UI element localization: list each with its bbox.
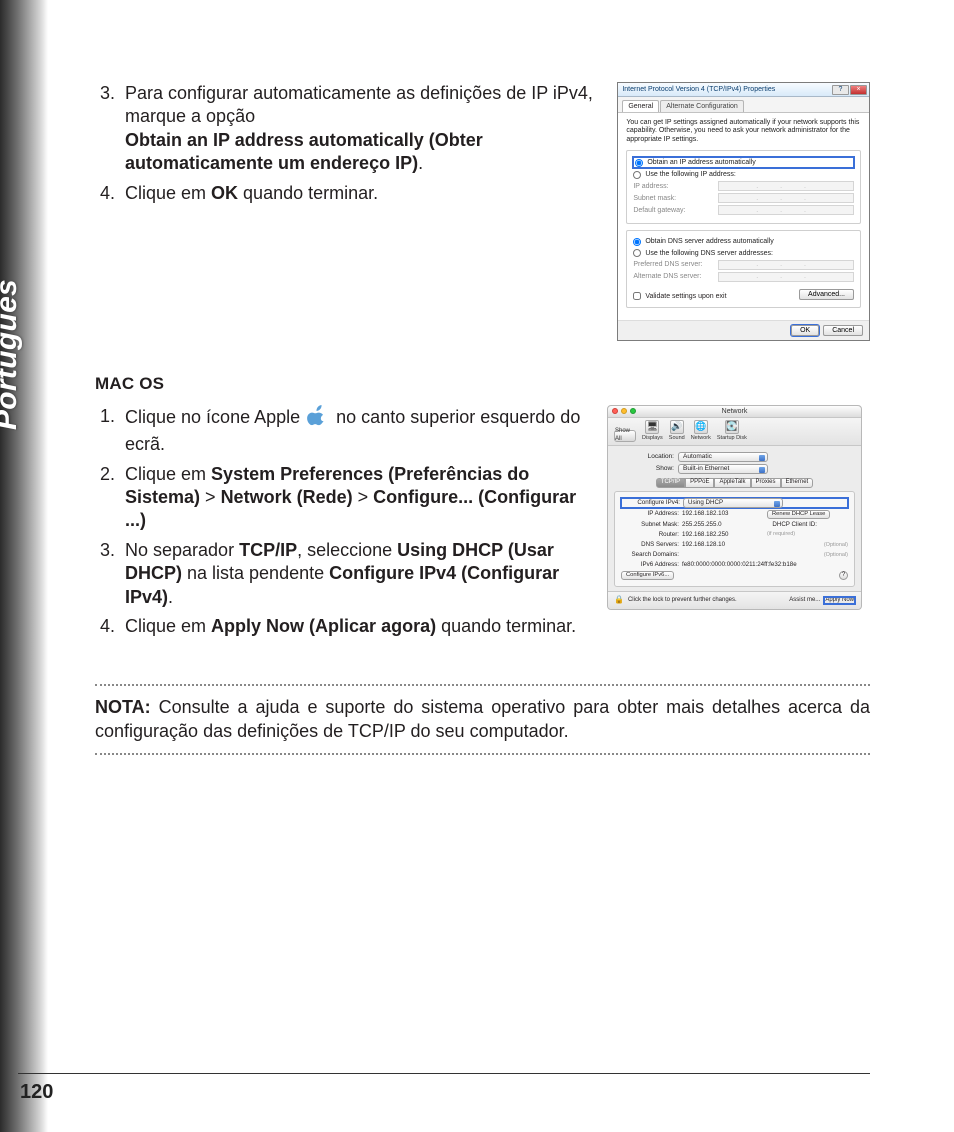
configure-ipv4-select[interactable]: Using DHCP: [683, 498, 783, 508]
hint-text: You can get IP settings assigned automat…: [626, 119, 861, 144]
step-3: 3. Para configurar automaticamente as de…: [95, 82, 605, 176]
help-icon[interactable]: ?: [839, 571, 848, 580]
configure-ipv4-row: Configure IPv4:Using DHCP: [621, 498, 848, 508]
lock-icon[interactable]: 🔒: [614, 595, 624, 605]
mac-steps: 1. Clique no ícone Apple no canto superi…: [95, 405, 595, 639]
network-prefpane: Network Show All 🖥Displays 🔊Sound 🌐Netwo…: [607, 405, 862, 610]
subnet-row: Subnet mask:: [633, 193, 854, 203]
subtabs: TCP/IP PPPoE AppleTalk Proxies Ethernet: [614, 478, 855, 488]
radio-auto-dns[interactable]: Obtain DNS server address automatically: [633, 237, 854, 246]
toolbar-sound[interactable]: 🔊Sound: [669, 420, 685, 442]
network-icon: 🌐: [694, 420, 708, 434]
gateway-row: Default gateway:: [633, 205, 854, 215]
ipv6-row: IPv6 Address:fe80:0000:0000:0000:0211:24…: [621, 561, 848, 569]
footer-rule: [18, 1073, 870, 1074]
tab-general[interactable]: General: [622, 100, 659, 112]
tcpip-panel: Configure IPv4:Using DHCP IP Address:192…: [614, 491, 855, 587]
show-select[interactable]: Built-in Ethernet: [678, 464, 768, 474]
radio-manual-dns[interactable]: Use the following DNS server addresses:: [633, 249, 854, 258]
subtab-pppoe[interactable]: PPPoE: [685, 478, 714, 488]
prefpane-toolbar: Show All 🖥Displays 🔊Sound 🌐Network 💽Star…: [608, 418, 861, 446]
sound-icon: 🔊: [670, 420, 684, 434]
apple-icon: [307, 405, 329, 433]
ok-button[interactable]: OK: [791, 325, 819, 336]
windows-section: 3. Para configurar automaticamente as de…: [95, 82, 870, 341]
ip-group: Obtain an IP address automatically Use t…: [626, 150, 861, 224]
subtab-appletalk[interactable]: AppleTalk: [714, 478, 750, 488]
window-title: Network: [608, 407, 861, 416]
close-button-icon[interactable]: ×: [850, 85, 867, 95]
window-title: Internet Protocol Version 4 (TCP/IPv4) P…: [622, 85, 775, 94]
toolbar-startup[interactable]: 💽Startup Disk: [717, 420, 747, 442]
ipv4-properties-dialog: Internet Protocol Version 4 (TCP/IPv4) P…: [617, 82, 870, 341]
mac-step-3: 3. No separador TCP/IP, seleccione Using…: [95, 539, 595, 609]
windows-dialog-screenshot: Internet Protocol Version 4 (TCP/IPv4) P…: [617, 82, 870, 341]
configure-ipv6-button[interactable]: Configure IPv6...: [621, 571, 674, 580]
dns-group: Obtain DNS server address automatically …: [626, 230, 861, 307]
window-titlebar: Internet Protocol Version 4 (TCP/IPv4) P…: [618, 83, 869, 97]
subtab-tcpip[interactable]: TCP/IP: [656, 478, 685, 488]
show-row: Show:Built-in Ethernet: [614, 464, 855, 474]
window-titlebar: Network: [608, 406, 861, 418]
mac-step-2: 2. Clique em System Preferences (Preferê…: [95, 463, 595, 533]
help-button-icon[interactable]: ?: [832, 85, 849, 95]
subtab-ethernet[interactable]: Ethernet: [781, 478, 814, 488]
location-select[interactable]: Automatic: [678, 452, 768, 462]
sidebar-gradient: [0, 0, 48, 1132]
radio-input[interactable]: [633, 249, 641, 257]
note-text: Consulte a ajuda e suporte do sistema op…: [95, 697, 870, 740]
display-icon: 🖥: [645, 420, 659, 434]
subnet-row: Subnet Mask:255.255.255.0DHCP Client ID:: [621, 521, 848, 529]
tab-row: General Alternate Configuration: [618, 97, 869, 113]
divider: [95, 753, 870, 755]
ip-address-row: IP address:: [633, 181, 854, 191]
note-label: NOTA:: [95, 697, 151, 717]
mac-step-4: 4. Clique em Apply Now (Aplicar agora) q…: [95, 615, 595, 638]
page: Português 3. Para configurar automaticam…: [0, 0, 954, 1132]
page-number: 120: [20, 1081, 53, 1104]
macos-section: 1. Clique no ícone Apple no canto superi…: [95, 405, 870, 645]
tab-alternate[interactable]: Alternate Configuration: [660, 100, 744, 112]
windows-steps: 3. Para configurar automaticamente as de…: [95, 82, 605, 205]
pdns-row: Preferred DNS server:: [633, 260, 854, 270]
toolbar-showall[interactable]: Show All: [614, 430, 636, 442]
prefpane-footer: 🔒 Click the lock to prevent further chan…: [608, 591, 861, 608]
step-4: 4. Clique em OK quando terminar.: [95, 182, 605, 205]
mac-step-1: 1. Clique no ícone Apple no canto superi…: [95, 405, 595, 457]
macos-heading: MAC OS: [95, 373, 870, 395]
ip-input: [718, 181, 854, 191]
step-number: 3.: [95, 82, 125, 176]
gateway-input: [718, 205, 854, 215]
step-number: 4.: [95, 182, 125, 205]
ip-row: IP Address:192.168.182.103Renew DHCP Lea…: [621, 510, 848, 519]
location-row: Location:Automatic: [614, 452, 855, 462]
router-row: Router:192.168.182.250(if required): [621, 531, 848, 539]
radio-input[interactable]: [633, 238, 641, 246]
radio-input[interactable]: [633, 171, 641, 179]
dialog-footer: OK Cancel: [618, 320, 869, 340]
toolbar-network[interactable]: 🌐Network: [691, 420, 711, 442]
divider: [95, 684, 870, 686]
dns-row: DNS Servers:192.168.128.10(Optional): [621, 541, 848, 549]
mac-dialog-screenshot: Network Show All 🖥Displays 🔊Sound 🌐Netwo…: [607, 405, 862, 645]
apply-now-button[interactable]: Apply Now: [824, 597, 855, 605]
radio-manual-ip[interactable]: Use the following IP address:: [633, 170, 854, 179]
advanced-button[interactable]: Advanced...: [799, 289, 854, 300]
startup-icon: 💽: [725, 420, 739, 434]
radio-input[interactable]: [635, 159, 643, 167]
renew-lease-button[interactable]: Renew DHCP Lease: [767, 510, 830, 519]
cancel-button[interactable]: Cancel: [823, 325, 863, 336]
adns-row: Alternate DNS server:: [633, 272, 854, 282]
subnet-input: [718, 193, 854, 203]
main-content: 3. Para configurar automaticamente as de…: [95, 82, 870, 765]
radio-auto-ip[interactable]: Obtain an IP address automatically: [633, 157, 854, 168]
assist-button[interactable]: Assist me...: [789, 597, 820, 605]
subtab-proxies[interactable]: Proxies: [751, 478, 781, 488]
validate-checkbox[interactable]: Validate settings upon exit: [633, 292, 726, 301]
toolbar-displays[interactable]: 🖥Displays: [642, 420, 663, 442]
search-domains-row: Search Domains:(Optional): [621, 551, 848, 559]
language-tab: Português: [0, 279, 24, 430]
note-block: NOTA: Consulte a ajuda e suporte do sist…: [95, 684, 870, 755]
